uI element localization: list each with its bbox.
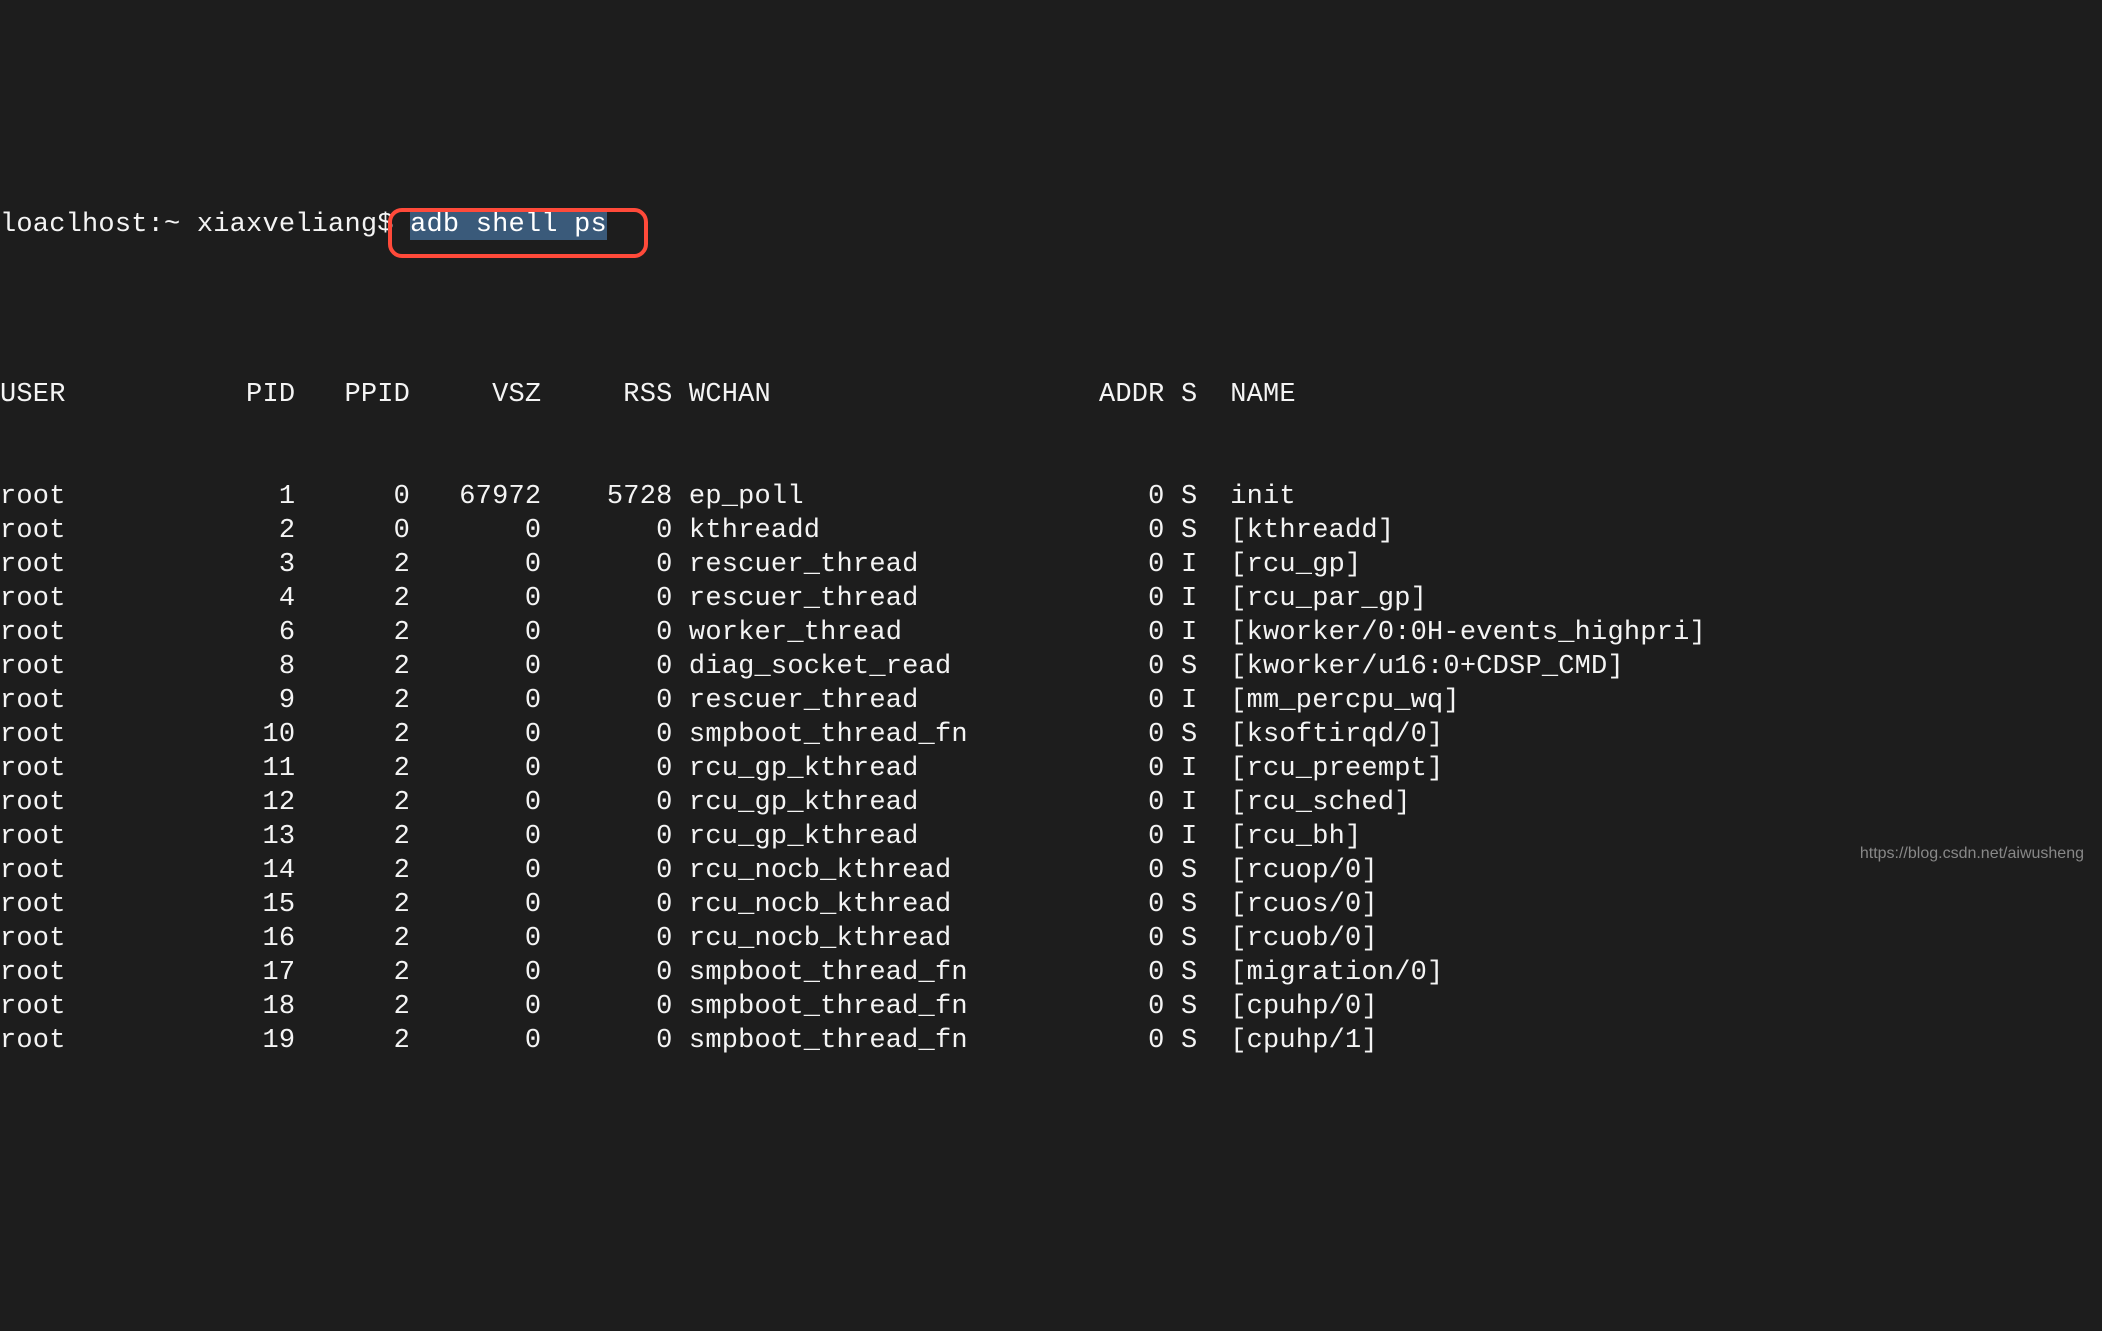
table-row: root 9 2 0 0 rescuer_thread 0 I [mm_perc… (0, 684, 2102, 718)
table-row: root 1 0 67972 5728 ep_poll 0 S init (0, 480, 2102, 514)
table-row: root 8 2 0 0 diag_socket_read 0 S [kwork… (0, 650, 2102, 684)
table-row: root 4 2 0 0 rescuer_thread 0 I [rcu_par… (0, 582, 2102, 616)
table-row: root 6 2 0 0 worker_thread 0 I [kworker/… (0, 616, 2102, 650)
prompt-prefix: loaclhost:~ xiaxveliang$ (0, 210, 410, 240)
watermark-text: https://blog.csdn.net/aiwusheng (1860, 844, 2084, 864)
table-row: root 19 2 0 0 smpboot_thread_fn 0 S [cpu… (0, 1024, 2102, 1058)
terminal-output[interactable]: loaclhost:~ xiaxveliang$ adb shell ps US… (0, 136, 2102, 1092)
table-row: root 11 2 0 0 rcu_gp_kthread 0 I [rcu_pr… (0, 752, 2102, 786)
table-row: root 13 2 0 0 rcu_gp_kthread 0 I [rcu_bh… (0, 820, 2102, 854)
table-row: root 15 2 0 0 rcu_nocb_kthread 0 S [rcuo… (0, 888, 2102, 922)
table-row: root 16 2 0 0 rcu_nocb_kthread 0 S [rcuo… (0, 922, 2102, 956)
table-row: root 18 2 0 0 smpboot_thread_fn 0 S [cpu… (0, 990, 2102, 1024)
ps-header-row: USER PID PPID VSZ RSS WCHAN ADDR S NAME (0, 378, 2102, 412)
table-row: root 14 2 0 0 rcu_nocb_kthread 0 S [rcuo… (0, 854, 2102, 888)
table-row: root 17 2 0 0 smpboot_thread_fn 0 S [mig… (0, 956, 2102, 990)
table-row: root 3 2 0 0 rescuer_thread 0 I [rcu_gp] (0, 548, 2102, 582)
ps-body: root 1 0 67972 5728 ep_poll 0 S initroot… (0, 480, 2102, 1058)
prompt-line: loaclhost:~ xiaxveliang$ adb shell ps (0, 208, 2102, 310)
table-row: root 12 2 0 0 rcu_gp_kthread 0 I [rcu_sc… (0, 786, 2102, 820)
table-row: root 10 2 0 0 smpboot_thread_fn 0 S [kso… (0, 718, 2102, 752)
prompt-command: adb shell ps (410, 210, 607, 240)
table-row: root 2 0 0 0 kthreadd 0 S [kthreadd] (0, 514, 2102, 548)
